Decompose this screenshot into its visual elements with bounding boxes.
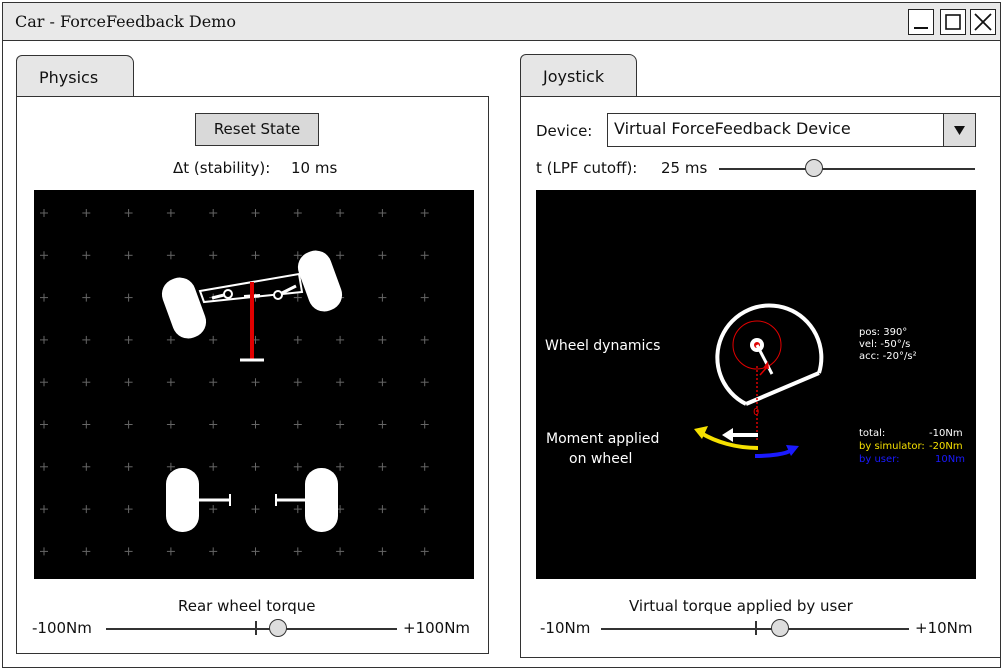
tab-physics[interactable]: Physics — [16, 55, 134, 97]
stability-value: 10 ms — [291, 159, 338, 177]
user-torque-zero-tick — [755, 621, 757, 635]
lpf-label: t (LPF cutoff): — [536, 159, 638, 177]
sim-value: -20Nm — [929, 441, 963, 452]
acc-readout: acc: -20°/s² — [859, 351, 917, 362]
front-left-wheel — [161, 277, 207, 339]
rear-right-wheel — [305, 468, 338, 532]
dropdown-arrow[interactable] — [943, 114, 975, 146]
front-right-wheel — [297, 250, 343, 312]
wheel-dynamics-label: Wheel dynamics — [545, 338, 660, 354]
maximize-icon — [945, 14, 961, 30]
tab-physics-label: Physics — [39, 68, 99, 87]
lpf-slider[interactable] — [719, 168, 975, 170]
joystick-canvas[interactable]: Wheel dynamics Moment applied on wheel 0… — [536, 190, 976, 579]
close-button[interactable] — [970, 9, 996, 35]
physics-panel: Reset State Δt (stability): 10 ms Rear w… — [16, 96, 489, 654]
lpf-knob[interactable] — [804, 159, 823, 177]
user-torque-knob[interactable] — [770, 619, 789, 637]
rear-torque-slider[interactable] — [106, 628, 397, 630]
moment-label-2: on wheel — [569, 451, 632, 467]
lpf-value: 25 ms — [661, 159, 708, 177]
minimize-button[interactable] — [908, 9, 934, 35]
chevron-down-icon — [954, 126, 965, 135]
joystick-panel: Device: Virtual ForceFeedback Device t (… — [520, 96, 1001, 658]
device-label: Device: — [536, 122, 593, 140]
device-value: Virtual ForceFeedback Device — [614, 119, 851, 138]
moment-label-1: Moment applied — [546, 431, 659, 447]
user-label: by user: — [859, 454, 899, 465]
tab-joystick-label: Joystick — [543, 67, 605, 86]
maximize-button[interactable] — [940, 9, 966, 35]
zero-mark: 0 — [753, 407, 759, 418]
user-torque-label: Virtual torque applied by user — [629, 597, 853, 615]
rear-left-wheel — [166, 468, 199, 532]
pos-readout: pos: 390° — [859, 327, 907, 338]
user-value: 10Nm — [935, 454, 965, 465]
wheel-diagram: Wheel dynamics Moment applied on wheel 0… — [545, 303, 965, 467]
sim-label: by simulator: — [859, 441, 925, 452]
total-value: -10Nm — [929, 428, 963, 439]
tab-joystick[interactable]: Joystick — [520, 54, 637, 96]
stability-label: Δt (stability): — [173, 159, 271, 177]
rear-torque-knob[interactable] — [268, 619, 287, 637]
rear-torque-zero-tick — [255, 621, 257, 635]
user-torque-min: -10Nm — [540, 619, 591, 637]
close-icon — [974, 13, 992, 31]
title-bar: Car - ForceFeedback Demo — [3, 3, 1000, 41]
rear-torque-max: +100Nm — [403, 619, 471, 637]
rear-torque-min: -100Nm — [32, 619, 92, 637]
minimize-icon — [914, 27, 928, 29]
user-torque-max: +10Nm — [915, 619, 973, 637]
reset-state-button[interactable]: Reset State — [195, 113, 319, 146]
total-label: total: — [859, 428, 885, 439]
device-select[interactable]: Virtual ForceFeedback Device — [607, 113, 976, 147]
physics-canvas[interactable] — [34, 190, 474, 579]
grid-markers — [40, 209, 429, 556]
vel-readout: vel: -50°/s — [859, 339, 910, 350]
car-diagram — [40, 209, 429, 556]
rear-torque-label: Rear wheel torque — [178, 597, 316, 615]
window-title: Car - ForceFeedback Demo — [15, 12, 236, 31]
